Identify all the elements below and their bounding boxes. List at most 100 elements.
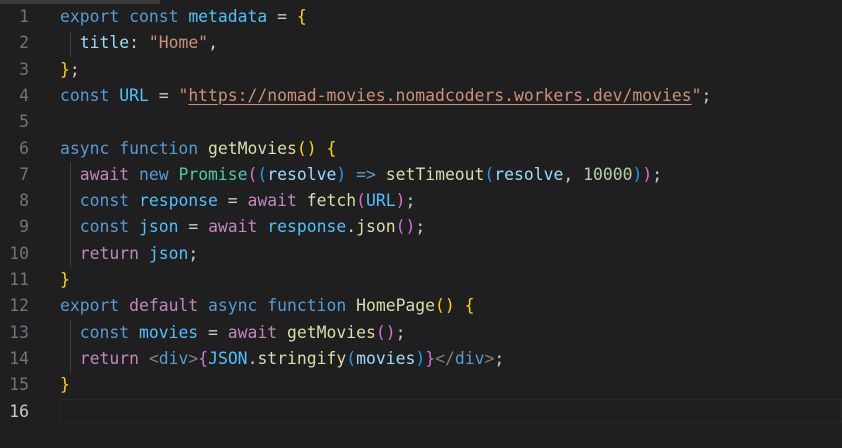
- line-code: title: "Home",: [60, 30, 218, 56]
- code-line[interactable]: 4 const URL = "https://nomad-movies.nomad…: [0, 83, 842, 109]
- url-link[interactable]: https://nomad-movies.nomadcoders.workers…: [188, 86, 691, 105]
- code-token: await: [79, 164, 130, 184]
- code-token: (: [484, 164, 495, 184]
- line-number: 9: [19, 217, 29, 237]
- code-token: ;: [415, 217, 426, 237]
- line-number: 7: [19, 164, 29, 184]
- code-line[interactable]: 10 return json;: [0, 241, 842, 267]
- code-token: ": [178, 85, 189, 105]
- code-token: ,: [563, 164, 584, 184]
- code-token: Promise: [178, 164, 248, 184]
- code-line[interactable]: 12 export default async function HomePage…: [0, 293, 842, 319]
- code-token: const: [129, 7, 179, 26]
- code-token: json: [138, 217, 179, 237]
- line-number: 13: [9, 322, 29, 342]
- code-token: resolve: [267, 164, 337, 184]
- code-token: ): [395, 191, 406, 211]
- code-token: div: [158, 348, 189, 368]
- code-line[interactable]: 1 export const metadata = {: [0, 4, 842, 30]
- line-code: }: [60, 372, 70, 398]
- code-token: return: [79, 348, 139, 368]
- code-token: }: [425, 348, 436, 368]
- line-code: await new Promise((resolve) => setTimeou…: [60, 162, 662, 188]
- line-code: const json = await response.json();: [60, 214, 425, 240]
- code-token: async: [60, 138, 110, 158]
- line-code: return <div>{JSON.stringify(movies)}</di…: [60, 346, 504, 372]
- code-token: }: [60, 59, 70, 79]
- code-token: (): [375, 322, 396, 342]
- code-line[interactable]: 3};: [0, 57, 842, 83]
- line-number: 4: [19, 85, 29, 105]
- code-editor[interactable]: 1 export const metadata = {2 title: "Home…: [0, 0, 842, 448]
- code-token: await: [227, 322, 278, 342]
- code-token: ": [691, 85, 702, 105]
- code-token: (): [296, 138, 317, 158]
- line-code: return json;: [60, 241, 198, 267]
- code-token: export: [60, 296, 120, 316]
- code-token: .: [346, 217, 357, 237]
- code-token: response: [267, 217, 347, 237]
- code-line[interactable]: 9 const json = await response.json();: [0, 214, 842, 240]
- code-token: {: [326, 138, 337, 158]
- code-token: >: [188, 348, 199, 368]
- code-line[interactable]: 2 title: "Home",: [0, 30, 842, 56]
- code-line[interactable]: 11}: [0, 267, 842, 293]
- code-token: =: [178, 217, 209, 237]
- indent-guide: [70, 320, 71, 373]
- code-line[interactable]: 6 async function getMovies() {: [0, 136, 842, 162]
- line-number: 1: [19, 7, 29, 26]
- line-code: const response = await fetch(URL);: [60, 188, 416, 214]
- code-token: div: [454, 348, 485, 368]
- code-line[interactable]: 14 return <div>{JSON.stringify(movies)}<…: [0, 346, 842, 372]
- code-token: >: [484, 348, 495, 368]
- code-token: (): [395, 217, 416, 237]
- line-number: 12: [9, 296, 29, 316]
- line-code: };: [60, 57, 80, 83]
- code-token: metadata: [188, 7, 268, 26]
- code-token: title: [79, 33, 130, 53]
- code-token: HomePage: [356, 296, 436, 316]
- line-code: async function getMovies() {: [60, 136, 336, 162]
- code-token: :: [129, 33, 149, 53]
- line-code: export default async function HomePage()…: [60, 293, 475, 319]
- code-token: await: [247, 191, 297, 211]
- code-line[interactable]: 8 const response = await fetch(URL);: [0, 188, 842, 214]
- code-token: return: [79, 243, 139, 263]
- code-token: ): [642, 164, 653, 184]
- code-token: ): [415, 348, 426, 368]
- code-token: const: [79, 217, 130, 237]
- code-line[interactable]: 16: [0, 398, 842, 425]
- code-token: setTimeout: [385, 164, 485, 184]
- code-token: {: [198, 348, 209, 368]
- line-number: 2: [19, 33, 29, 53]
- code-token: resolve: [494, 164, 564, 184]
- code-line[interactable]: 15}: [0, 372, 842, 398]
- code-token: 10000: [583, 164, 633, 184]
- code-token: const: [79, 191, 130, 211]
- code-token: (: [346, 348, 357, 368]
- code-token: URL: [119, 85, 149, 105]
- code-token: {: [296, 7, 307, 26]
- code-line[interactable]: 13 const movies = await getMovies();: [0, 320, 842, 346]
- code-token: (: [356, 191, 366, 211]
- code-line[interactable]: 7 await new Promise((resolve) => setTime…: [0, 162, 842, 188]
- code-line[interactable]: 5: [0, 109, 842, 135]
- line-number: 15: [9, 375, 29, 395]
- line-number: 10: [9, 243, 29, 263]
- current-line-highlight: [60, 398, 842, 423]
- code-token: function: [267, 296, 347, 316]
- line-number: 11: [9, 270, 29, 289]
- code-token: ;: [494, 348, 505, 368]
- code-token: ;: [69, 59, 80, 79]
